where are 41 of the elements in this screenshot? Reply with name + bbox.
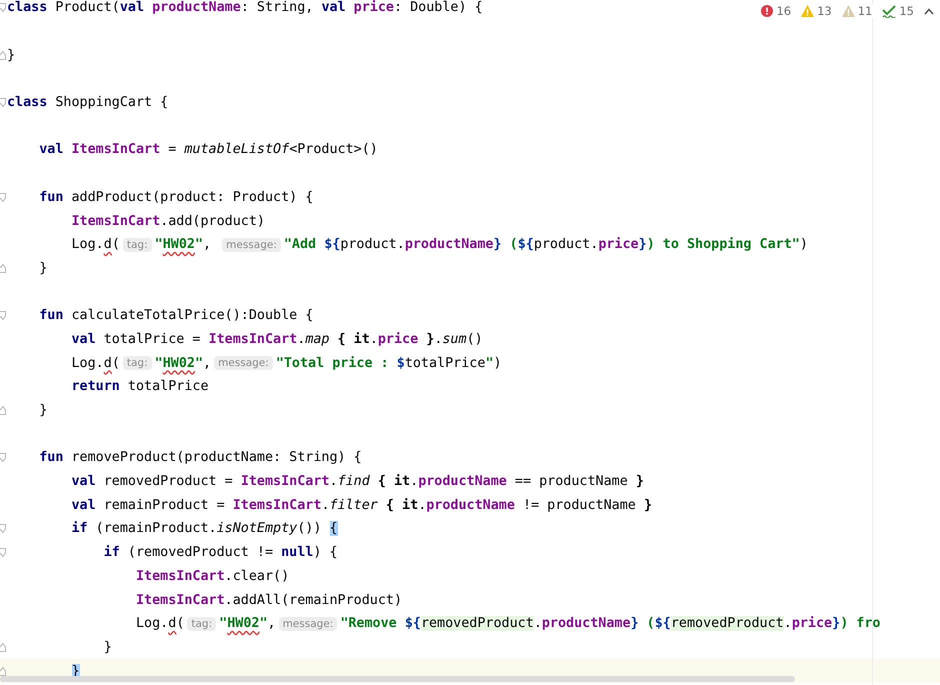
code-line: val ItemsInCart = mutableListOf<Product>(): [38, 142, 378, 158]
inspection-count[interactable]: 16: [761, 4, 792, 18]
code-line: Log.d( tag: "HW02", message: "Add ${product.productName} (${product.price}) to Shopping Cart"): [70, 237, 808, 252]
code-line: ItemsInCart.add(product): [70, 214, 265, 229]
fold-icon[interactable]: [0, 642, 6, 652]
fold-icon[interactable]: [0, 98, 6, 108]
code-line: fun removeProduct(productName: String) {: [38, 450, 362, 466]
code-line: }: [7, 48, 16, 63]
code-line: ItemsInCart.addAll(remainProduct): [134, 592, 402, 608]
code-line: }: [38, 403, 48, 418]
fold-icon[interactable]: [0, 453, 6, 462]
code-line: if (remainProduct.isNotEmpty()) {: [70, 521, 338, 536]
code-line: class ShoppingCart {: [7, 95, 168, 110]
code-line: fun addProduct(product: Product) {: [38, 190, 314, 205]
fold-icon[interactable]: [0, 548, 6, 558]
fold-icon[interactable]: [0, 406, 6, 416]
code-line: Log.d( tag: "HW02", message: "Remove ${removedProduct.productName} (${removedProduct.price}) fro: [134, 616, 880, 632]
inspection-count[interactable]: 11: [842, 4, 872, 18]
code-line: val remainProduct = ItemsInCart.filter { it.productName != productName }: [70, 498, 652, 513]
inspection-count[interactable]: 13: [801, 4, 832, 18]
fold-icon[interactable]: [0, 50, 6, 60]
code-line: return totalPrice: [70, 379, 209, 394]
code-line: Log.d( tag: "HW02", message: "Total price : $totalPrice"): [70, 356, 502, 371]
code-line: val totalPrice = ItemsInCart.map { it.price }.sum(): [70, 332, 483, 347]
inspection-count[interactable]: 15: [882, 4, 914, 18]
horizontal-scrollbar[interactable]: [0, 676, 795, 682]
fold-icon[interactable]: [0, 311, 6, 320]
fold-icon[interactable]: [0, 192, 6, 202]
code-line: ItemsInCart.clear(): [134, 568, 290, 584]
fold-icon[interactable]: [0, 666, 6, 676]
code-line: class Product(val productName: String, val price: Double) {: [7, 0, 483, 16]
fold-icon[interactable]: [0, 264, 6, 273]
code-line: if (removedProduct != null) {: [102, 545, 338, 560]
code-line: }: [38, 260, 48, 276]
fold-icon[interactable]: [0, 524, 6, 534]
code-line: }: [102, 640, 112, 655]
fold-icon[interactable]: [0, 3, 6, 12]
code-line: fun calculateTotalPrice():Double {: [38, 308, 314, 324]
check-icon: [882, 4, 896, 18]
code-line: val removedProduct = ItemsInCart.find { it.productName == productName }: [70, 474, 644, 490]
chevron-up-icon[interactable]: [924, 8, 934, 14]
